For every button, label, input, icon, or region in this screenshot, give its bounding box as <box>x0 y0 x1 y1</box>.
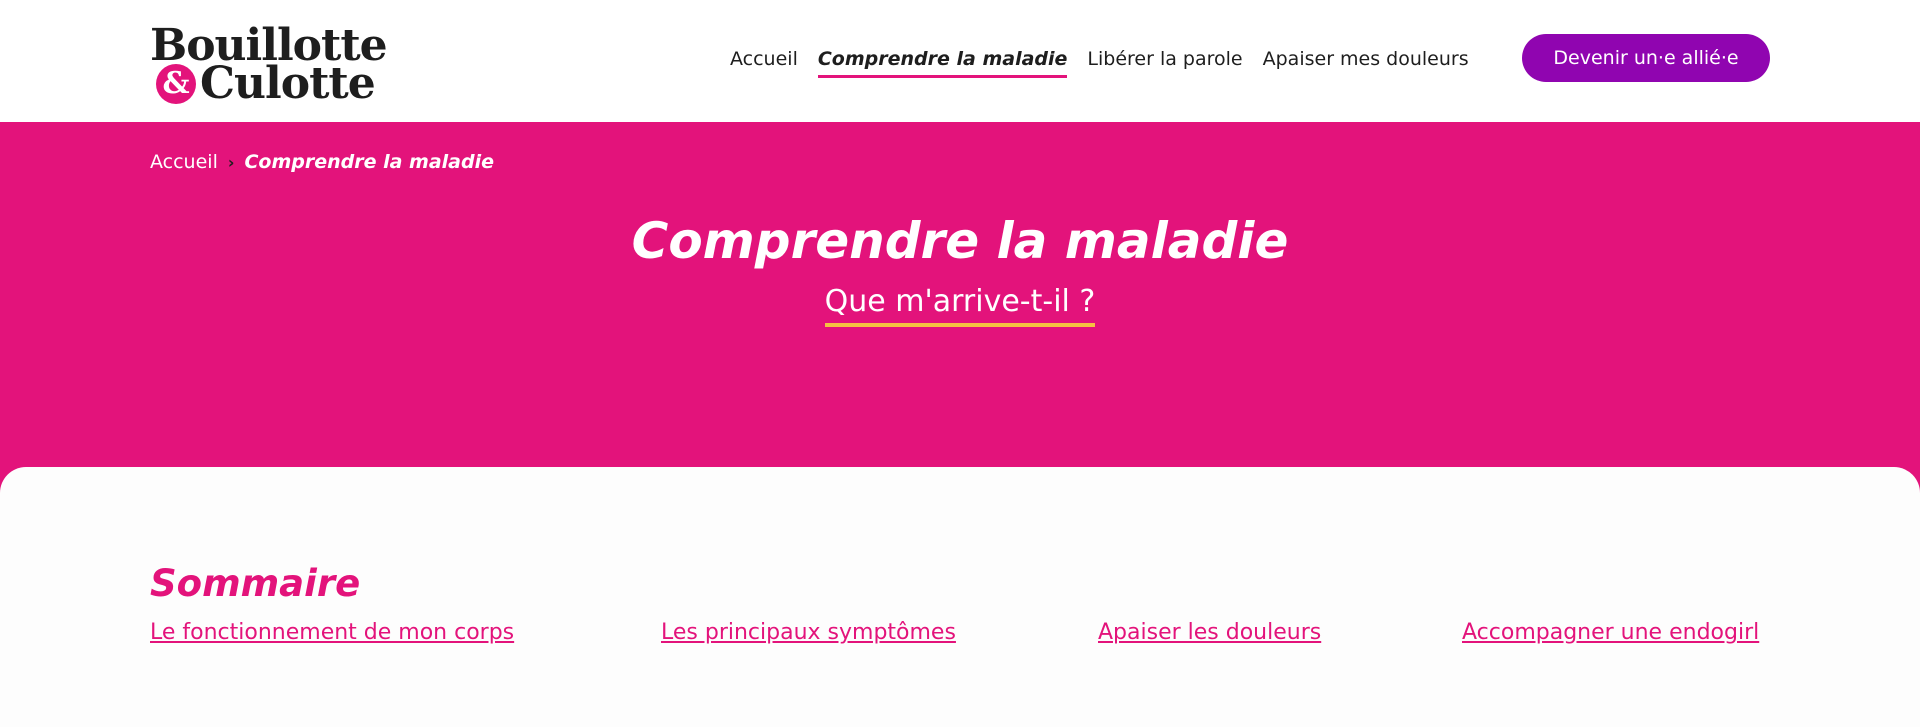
logo-ampersand-badge: & <box>156 64 196 104</box>
breadcrumb: Accueil › Comprendre la maladie <box>150 150 494 174</box>
breadcrumb-home-link[interactable]: Accueil <box>150 151 218 173</box>
become-ally-button[interactable]: Devenir un·e allié·e <box>1522 34 1770 82</box>
toc-link-main-symptoms[interactable]: Les principaux symptômes <box>661 620 956 645</box>
site-header: Bouillotte & Culotte Accueil Comprendre … <box>0 0 1920 122</box>
nav-item-apaiser-mes-douleurs[interactable]: Apaiser mes douleurs <box>1263 44 1469 74</box>
nav-item-comprendre-la-maladie[interactable]: Comprendre la maladie <box>817 44 1068 78</box>
summary-title: Sommaire <box>150 562 361 605</box>
page-title: Comprendre la maladie <box>631 212 1289 270</box>
nav-item-liberer-la-parole[interactable]: Libérer la parole <box>1087 44 1242 74</box>
toc-link-relieve-pain[interactable]: Apaiser les douleurs <box>1098 620 1321 645</box>
breadcrumb-current: Comprendre la maladie <box>244 151 495 173</box>
chevron-right-icon: › <box>227 152 235 172</box>
toc-link-support-endogirl[interactable]: Accompagner une endogirl <box>1462 620 1759 645</box>
logo-word-culotte: Culotte <box>200 58 376 109</box>
site-logo[interactable]: Bouillotte & Culotte <box>148 14 388 109</box>
toc-link-body-functioning[interactable]: Le fonctionnement de mon corps <box>150 620 514 645</box>
nav-item-accueil[interactable]: Accueil <box>730 44 798 74</box>
page-subtitle: Que m'arrive-t-il ? <box>824 284 1096 327</box>
hero-subtitle-wrapper: Que m'arrive-t-il ? <box>0 284 1920 327</box>
main-nav: Accueil Comprendre la maladie Libérer la… <box>730 44 1489 78</box>
